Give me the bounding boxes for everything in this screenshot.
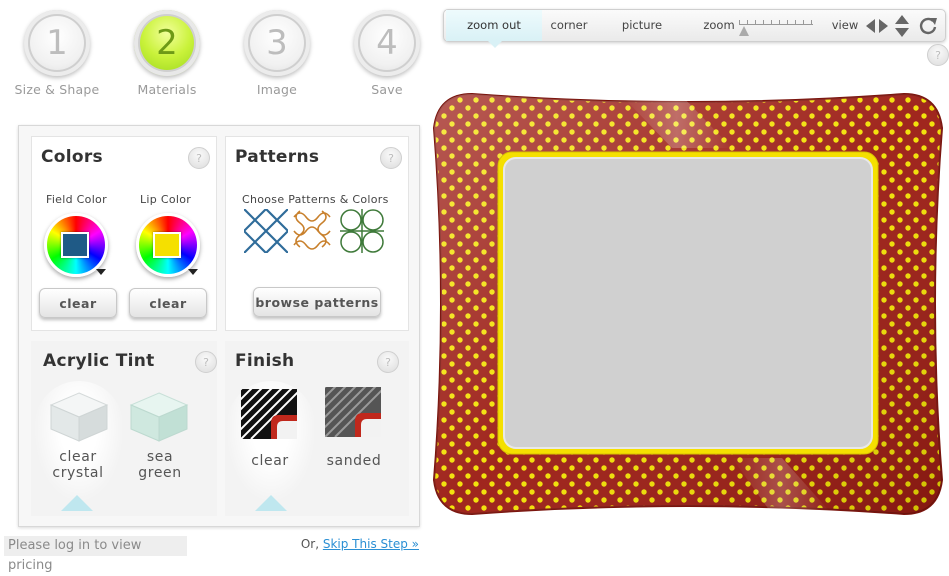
step-number: 1 [46, 23, 68, 63]
field-color-picker[interactable] [44, 213, 108, 277]
rotate-vertical-icon[interactable] [894, 15, 910, 37]
step-image[interactable]: 3 Image [232, 10, 322, 97]
step-label: Image [256, 82, 298, 97]
materials-panel: Colors ? Field Color Lip Color clear cle… [18, 125, 420, 527]
step-number: 4 [376, 23, 398, 63]
zoom-slider-thumb[interactable] [739, 26, 749, 36]
tint-option-line: green [138, 465, 182, 481]
browse-patterns-button[interactable]: browse patterns [253, 287, 381, 317]
or-text: Or, [300, 537, 320, 551]
lip-color-label: Lip Color [140, 193, 192, 206]
lip-color-clear-button[interactable]: clear [129, 288, 207, 318]
sanded-finish-swatch[interactable] [325, 387, 381, 437]
step-navigation: 1 Size & Shape 2 Materials 3 Image 4 Sav… [0, 0, 430, 110]
acrylic-tint-title: Acrylic Tint [43, 351, 155, 371]
selected-indicator-icon [61, 495, 93, 511]
finish-option-sanded[interactable]: sanded [319, 453, 389, 469]
patterns-title: Patterns [235, 147, 320, 167]
dropdown-arrow-icon [188, 269, 198, 275]
reset-view-icon[interactable] [918, 16, 938, 36]
colors-help-icon[interactable]: ? [188, 147, 210, 169]
step-materials[interactable]: 2 Materials [122, 10, 212, 97]
pattern-green-lattice[interactable] [340, 209, 384, 253]
preview-toolbar: zoom out corner picture zoom view [443, 9, 946, 48]
tint-option-label[interactable]: sea green [121, 449, 199, 481]
tint-option-line: sea [146, 449, 174, 465]
tint-option-line: clear [59, 449, 97, 465]
finish-option-clear[interactable]: clear [235, 453, 305, 469]
zoom-slider[interactable] [739, 20, 813, 28]
lip-color-swatch [153, 232, 181, 258]
tint-help-icon[interactable]: ? [195, 351, 217, 373]
skip-this-step-link[interactable]: Skip This Step » [323, 537, 419, 551]
tint-option-line: crystal [52, 465, 104, 481]
lip-color-picker[interactable] [136, 213, 200, 277]
colors-section: Colors ? Field Color Lip Color clear cle… [31, 136, 217, 331]
step-label: Size & Shape [14, 82, 100, 97]
step-circle[interactable]: 4 [354, 10, 420, 76]
pattern-diamond-lattice[interactable] [244, 209, 288, 253]
picture-view-button[interactable]: picture [614, 10, 670, 41]
skip-step-area: Or, Skip This Step » [301, 537, 419, 551]
patterns-help-icon[interactable]: ? [380, 147, 402, 169]
acrylic-tint-section: Acrylic Tint ? clear crystal sea green [31, 341, 217, 516]
image-area[interactable] [503, 157, 873, 449]
finish-section: Finish ? clear sanded [225, 341, 409, 516]
zoom-out-button[interactable]: zoom out [446, 10, 542, 41]
dropdown-arrow-icon [96, 269, 106, 275]
field-color-label: Field Color [46, 193, 107, 206]
step-label: Materials [137, 82, 197, 97]
field-color-swatch [61, 232, 89, 258]
step-circle[interactable]: 2 [134, 10, 200, 76]
finish-help-icon[interactable]: ? [377, 351, 399, 373]
clear-finish-swatch[interactable] [241, 389, 297, 439]
step-circle[interactable]: 1 [24, 10, 90, 76]
colors-title: Colors [41, 147, 103, 167]
view-label: view [831, 18, 859, 32]
field-color-clear-button[interactable]: clear [39, 288, 117, 318]
patterns-section: Patterns ? Choose Patterns & Colors brow… [225, 136, 409, 331]
step-label: Save [371, 82, 403, 97]
step-save[interactable]: 4 Save [342, 10, 432, 97]
patterns-subtitle: Choose Patterns & Colors [242, 193, 389, 206]
active-caret-icon [488, 41, 502, 48]
pricing-notice: Please log in to view pricing [4, 536, 187, 573]
preview-help-icon[interactable]: ? [927, 44, 949, 66]
step-circle[interactable]: 3 [244, 10, 310, 76]
step-number: 2 [156, 23, 178, 63]
step-number: 3 [266, 23, 288, 63]
tint-option-label[interactable]: clear crystal [39, 449, 117, 481]
pattern-orange-swirl[interactable] [292, 209, 336, 253]
frame-preview [432, 92, 944, 516]
finish-title: Finish [235, 351, 295, 371]
zoom-label: zoom [703, 18, 735, 32]
selected-indicator-icon [255, 495, 287, 511]
sea-green-tint-swatch[interactable] [129, 389, 189, 445]
clear-crystal-tint-swatch[interactable] [49, 389, 109, 445]
step-size-shape[interactable]: 1 Size & Shape [12, 10, 102, 97]
corner-view-button[interactable]: corner [544, 10, 594, 41]
rotate-horizontal-icon[interactable] [866, 18, 888, 34]
